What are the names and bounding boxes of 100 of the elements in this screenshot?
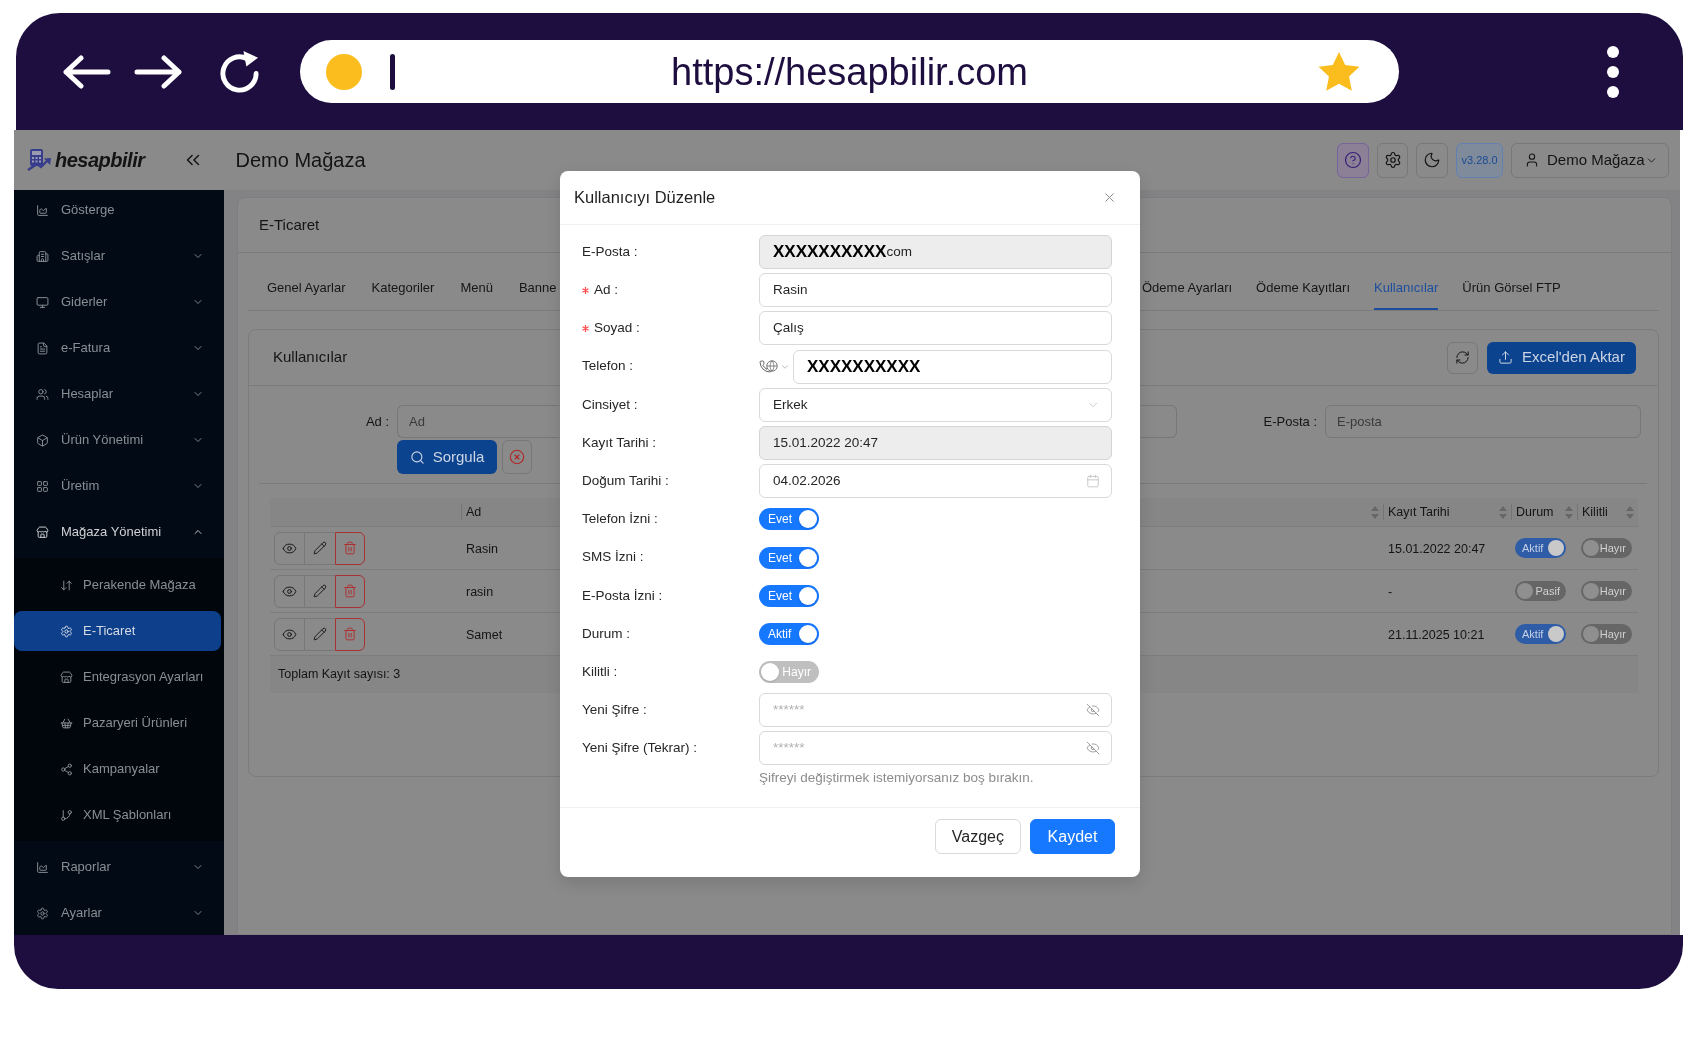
sort-icon[interactable] (1626, 505, 1634, 519)
date-field[interactable]: 04.02.2026 (759, 464, 1112, 499)
text-field[interactable]: Rasin (759, 273, 1112, 308)
sidebar-item[interactable]: Hesaplar (14, 374, 224, 414)
sort-icon[interactable] (1499, 505, 1507, 519)
toggle-switch[interactable]: Hayır (1581, 624, 1632, 644)
dark-mode-button[interactable] (1416, 142, 1448, 178)
tab[interactable]: Ürün Görsel FTP (1462, 268, 1561, 310)
toggle-switch[interactable]: Hayır (1581, 538, 1632, 558)
country-code-button[interactable] (759, 359, 790, 375)
branch-icon (60, 808, 73, 822)
gear-icon (60, 624, 73, 638)
circle-x-icon (509, 449, 525, 465)
tab[interactable]: Ödeme Kayıtları (1256, 268, 1351, 310)
delete-button[interactable] (335, 574, 365, 608)
sidebar-item[interactable]: Üretim (14, 466, 224, 506)
toggle-knob-icon (1548, 540, 1564, 556)
basket-icon (60, 716, 73, 730)
sidebar-item[interactable]: Ayarlar (14, 893, 224, 933)
eye-off-icon[interactable] (1086, 741, 1100, 756)
reload-icon[interactable] (218, 50, 261, 93)
close-icon[interactable] (1102, 190, 1117, 205)
delete-button[interactable] (335, 531, 365, 565)
toggle-knob-icon (799, 548, 817, 567)
input-field[interactable]: Ad (397, 405, 559, 438)
user-menu-button[interactable]: Demo Mağaza (1511, 142, 1669, 178)
sidebar-item[interactable]: Raporlar (14, 847, 224, 887)
input-field[interactable]: E-posta (1325, 405, 1641, 438)
field-label: Doğum Tarihi : (582, 472, 669, 490)
sidebar-subitem[interactable]: Kampanyalar (14, 749, 224, 789)
arrow-left-icon[interactable] (63, 54, 111, 89)
text-field[interactable]: Çalış (759, 311, 1112, 346)
table-cell: rasin (466, 585, 494, 599)
table-cell: Samet (466, 628, 503, 642)
column-header: Ad (466, 503, 482, 521)
sidebar-item[interactable]: Gösterge (14, 190, 224, 230)
store-title: Demo Mağaza (235, 148, 366, 173)
building-icon (36, 249, 49, 263)
sidebar-subitem[interactable]: Perakende Mağaza (14, 565, 224, 605)
save-button[interactable]: Kaydet (1030, 819, 1115, 855)
sidebar-item[interactable]: Ürün Yönetimi (14, 420, 224, 460)
toggle-switch[interactable]: Aktif (1515, 538, 1566, 558)
settings-button[interactable] (1377, 142, 1408, 178)
tab[interactable]: Genel Ayarlar (267, 268, 346, 310)
sidebar-subitem[interactable]: Pazaryeri Ürünleri (14, 703, 224, 743)
sidebar-subitem[interactable]: Entegrasyon Ayarları (14, 657, 224, 697)
edit-button[interactable] (305, 531, 335, 565)
share-icon (60, 762, 73, 776)
table-cell: 21.11.2025 10:21 (1388, 628, 1485, 642)
sidebar-item[interactable]: Giderler (14, 282, 224, 322)
toggle-switch[interactable]: Pasif (1515, 581, 1566, 601)
phone-field[interactable]: XXXXXXXXXX (793, 349, 1112, 384)
arrow-right-icon[interactable] (134, 54, 182, 89)
cancel-button[interactable]: Vazgeç (934, 819, 1021, 855)
toggle-switch[interactable]: Aktif (1515, 624, 1566, 644)
pencil-icon (313, 627, 327, 641)
import-button[interactable]: Excel'den Aktar (1487, 341, 1636, 374)
field-label: Kilitli : (582, 662, 618, 681)
refresh-button[interactable] (1447, 341, 1478, 374)
more-options-icon[interactable] (1607, 45, 1619, 98)
redaction-text: XXXXXXXXXX (807, 356, 921, 377)
toggle-switch[interactable]: Evet (759, 584, 819, 607)
search-button[interactable]: Sorgula (397, 440, 497, 474)
field-label: E-Posta : (582, 242, 638, 261)
edit-button[interactable] (305, 617, 335, 651)
sidebar-subitem[interactable]: E-Ticaret (14, 611, 221, 651)
sort-icon[interactable] (1565, 505, 1573, 519)
sidebar-item[interactable]: Mağaza Yönetimi (14, 512, 224, 552)
input-field[interactable] (1141, 405, 1177, 438)
toggle-knob-icon (1548, 626, 1564, 642)
moon-icon (1423, 151, 1441, 169)
star-icon[interactable] (1317, 50, 1361, 93)
tab[interactable]: Kategoriler (371, 268, 435, 310)
view-button[interactable] (274, 531, 305, 565)
delete-button[interactable] (335, 617, 365, 651)
phone-globe-icon (759, 359, 778, 375)
toggle-switch[interactable]: Aktif (759, 622, 819, 645)
view-button[interactable] (274, 617, 305, 651)
toggle-switch[interactable]: Evet (759, 508, 819, 531)
help-button[interactable] (1337, 142, 1369, 178)
tab[interactable]: Menü (460, 268, 493, 310)
edit-button[interactable] (305, 574, 335, 608)
select-field[interactable]: Erkek (759, 387, 1112, 422)
sort-icon[interactable] (1371, 505, 1379, 519)
address-bar[interactable]: https://hesapbilir.com (300, 40, 1399, 103)
search-icon (409, 449, 425, 465)
tab[interactable]: Ödeme Ayarları (1142, 268, 1233, 310)
chart-icon (36, 860, 49, 874)
toggle-knob-icon (1583, 540, 1599, 556)
eye-off-icon[interactable] (1086, 703, 1100, 718)
tab[interactable]: Banne (518, 268, 557, 310)
field-label: Telefon İzni : (582, 510, 658, 529)
view-button[interactable] (274, 574, 305, 608)
toggle-switch[interactable]: Evet (759, 546, 819, 569)
sidebar-item[interactable]: Satışlar (14, 236, 224, 276)
clear-button[interactable] (502, 440, 532, 474)
sidebar-subitem[interactable]: XML Şablonları (14, 795, 224, 835)
sidebar-item[interactable]: e-Fatura (14, 328, 224, 368)
toggle-knob-icon (799, 586, 817, 605)
toggle-switch[interactable]: Hayır (1581, 581, 1632, 601)
